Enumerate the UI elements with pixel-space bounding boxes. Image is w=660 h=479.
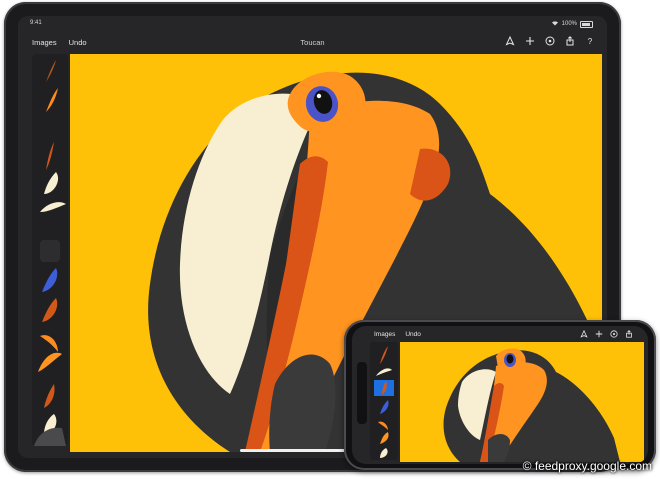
compass-icon[interactable] — [543, 34, 557, 48]
iphone-screen: Images Undo — [352, 326, 648, 464]
compass-icon[interactable] — [608, 328, 619, 339]
phone-notch — [357, 362, 367, 424]
brush-stroke — [380, 346, 388, 364]
brush-stroke — [42, 298, 58, 322]
battery-percent: 100% — [561, 21, 577, 27]
status-right: 100% — [551, 20, 593, 28]
brush-stroke — [376, 368, 392, 376]
status-time: 9:41 — [30, 20, 42, 26]
brush-stroke — [40, 240, 60, 262]
phone-brush-sidebar — [370, 342, 398, 460]
phone-drawing-canvas[interactable] — [400, 342, 644, 462]
brush-stroke — [378, 421, 388, 430]
brush-stroke — [380, 448, 388, 458]
plus-icon[interactable] — [593, 328, 604, 339]
top-toolbar: Images Undo Toucan ? — [18, 30, 607, 52]
plus-icon[interactable] — [523, 34, 537, 48]
share-icon[interactable] — [623, 328, 634, 339]
brush-stroke — [44, 384, 55, 408]
status-bar: 9:41 100% — [18, 16, 607, 30]
brush-stroke — [44, 172, 59, 194]
brush-stroke — [38, 352, 62, 372]
phone-toolbar: Images Undo — [374, 326, 648, 340]
phone-undo-button[interactable]: Undo — [405, 331, 421, 338]
iphone-device: Images Undo — [344, 320, 656, 470]
source-watermark: © feedproxy.google.com — [522, 459, 652, 473]
brush-stroke — [46, 60, 56, 82]
brush-stroke — [46, 88, 58, 112]
wifi-icon — [551, 20, 559, 28]
phone-brush-previews[interactable] — [370, 342, 398, 460]
brush-stroke — [380, 432, 389, 444]
battery-icon — [580, 20, 593, 28]
brush-stroke — [40, 202, 66, 212]
pen-nib-icon[interactable] — [503, 34, 517, 48]
brush-stroke — [380, 400, 389, 414]
brush-previews[interactable] — [32, 54, 68, 446]
brush-library-sidebar — [32, 54, 68, 446]
share-icon[interactable] — [563, 34, 577, 48]
phone-images-button[interactable]: Images — [374, 331, 395, 338]
help-label: ? — [587, 36, 593, 46]
brush-stroke — [40, 335, 58, 352]
help-icon[interactable]: ? — [583, 34, 597, 48]
brush-stroke — [46, 142, 54, 170]
brush-stroke — [34, 427, 66, 446]
brush-stroke — [42, 268, 58, 292]
pen-nib-icon[interactable] — [578, 328, 589, 339]
phone-toucan-artwork — [400, 342, 644, 462]
